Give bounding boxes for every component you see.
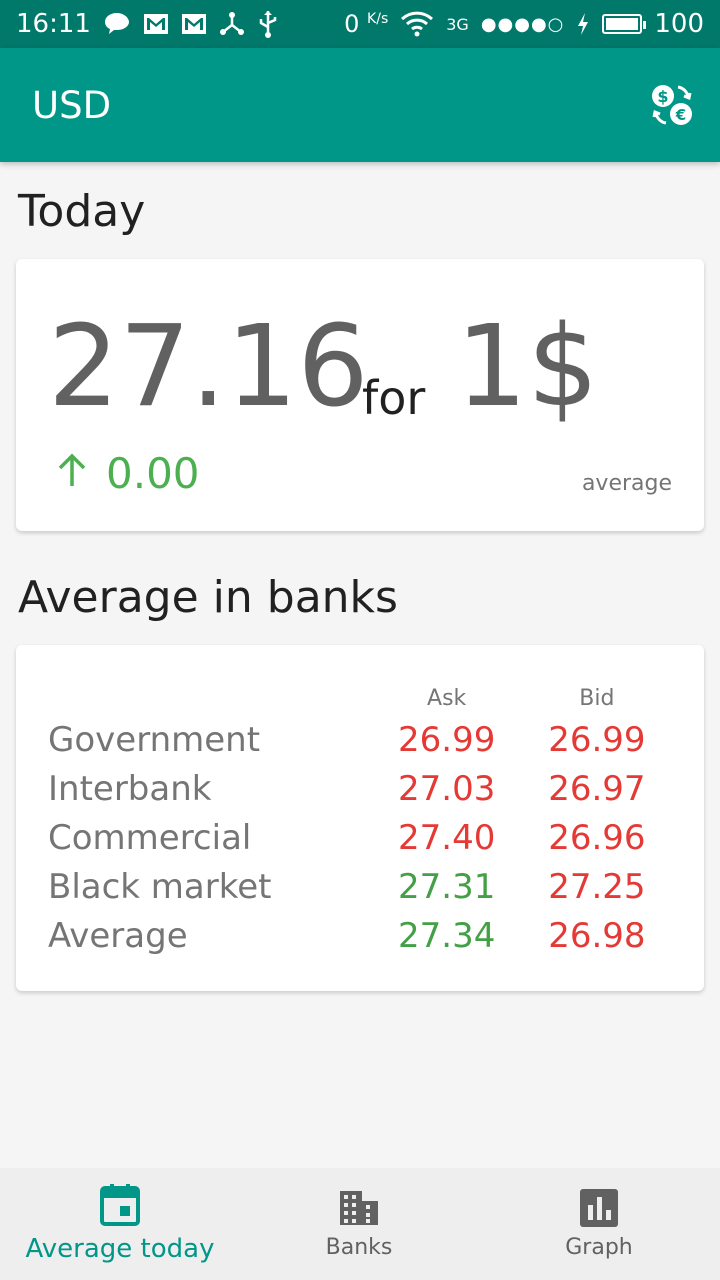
table-row: Average 27.34 26.98: [48, 911, 672, 960]
wifi-icon: [400, 11, 434, 37]
usb-icon: [257, 9, 279, 39]
table-row: Black market 27.31 27.25: [48, 862, 672, 911]
table-header: Ask Bid: [48, 681, 672, 715]
table-row: Commercial 27.40 26.96: [48, 813, 672, 862]
today-section-title: Today: [18, 186, 146, 237]
table-row: Government 26.99 26.99: [48, 715, 672, 764]
ask-value: 27.03: [398, 768, 496, 809]
average-label: average: [581, 471, 672, 496]
table-row: Interbank 27.03 26.97: [48, 764, 672, 813]
svg-text:$: $: [657, 87, 668, 106]
signal-strength: ●●●●○: [480, 13, 565, 35]
calendar-icon: [100, 1184, 140, 1226]
currency-unit: 1$: [456, 302, 599, 432]
battery-level: 100: [654, 9, 704, 39]
clock: 16:11: [16, 9, 91, 39]
bar-chart-icon: [580, 1188, 618, 1227]
nav-banks[interactable]: Banks: [240, 1168, 478, 1280]
building-icon: [340, 1190, 378, 1225]
status-bar-right: 0 K/s 3G ●●●●○ 100: [344, 9, 704, 39]
ask-value: 27.34: [398, 915, 496, 956]
ask-value: 26.99: [398, 719, 496, 760]
banks-section-title: Average in banks: [18, 572, 398, 623]
bottom-navigation: Average today Banks Graph: [0, 1168, 720, 1280]
ask-header: Ask: [427, 685, 467, 711]
currency-exchange-icon: $ €: [652, 85, 692, 125]
bid-value: 27.25: [548, 866, 646, 907]
gmail-icon: [143, 13, 169, 35]
average-rate: 27.16: [48, 302, 369, 432]
row-name: Black market: [48, 866, 272, 907]
network-speed: 0 K/s: [344, 10, 388, 38]
row-name: Interbank: [48, 768, 212, 809]
app-title: USD: [32, 83, 112, 127]
nav-label: Graph: [565, 1234, 633, 1260]
bid-header: Bid: [579, 685, 615, 711]
nav-graph[interactable]: Graph: [478, 1168, 720, 1280]
battery-icon: [602, 14, 647, 34]
share-icon: [219, 11, 245, 37]
chat-icon: [103, 11, 131, 37]
charging-icon: [576, 12, 590, 36]
today-card: 27.16 for 1$ 0.00 average: [16, 259, 704, 531]
app-bar: USD $ €: [0, 48, 720, 162]
arrow-up-icon: [54, 449, 90, 498]
ask-value: 27.31: [398, 866, 496, 907]
ask-value: 27.40: [398, 817, 496, 858]
nav-average-today[interactable]: Average today: [0, 1168, 240, 1280]
nav-label: Average today: [25, 1234, 215, 1264]
nav-label: Banks: [325, 1234, 393, 1260]
currency-exchange-button[interactable]: $ €: [648, 81, 696, 129]
for-label: for: [362, 371, 426, 425]
bid-value: 26.96: [548, 817, 646, 858]
rate-change-value: 0.00: [106, 449, 200, 498]
status-bar: 16:11 0 K/s 3G ●●●●○ 100: [0, 0, 720, 48]
bid-value: 26.97: [548, 768, 646, 809]
network-type: 3G: [446, 14, 469, 34]
bid-value: 26.99: [548, 719, 646, 760]
network-speed-unit: K/s: [367, 11, 389, 27]
row-name: Commercial: [48, 817, 252, 858]
rates-table: Ask Bid Government 26.99 26.99 Interbank…: [48, 681, 672, 960]
row-name: Average: [48, 915, 188, 956]
bid-value: 26.98: [548, 915, 646, 956]
svg-text:€: €: [675, 106, 686, 124]
network-speed-value: 0: [344, 10, 360, 38]
row-name: Government: [48, 719, 261, 760]
rate-change: 0.00: [54, 449, 200, 498]
banks-card: Ask Bid Government 26.99 26.99 Interbank…: [16, 645, 704, 991]
status-bar-left: 16:11: [16, 9, 279, 39]
gmail-icon: [181, 13, 207, 35]
